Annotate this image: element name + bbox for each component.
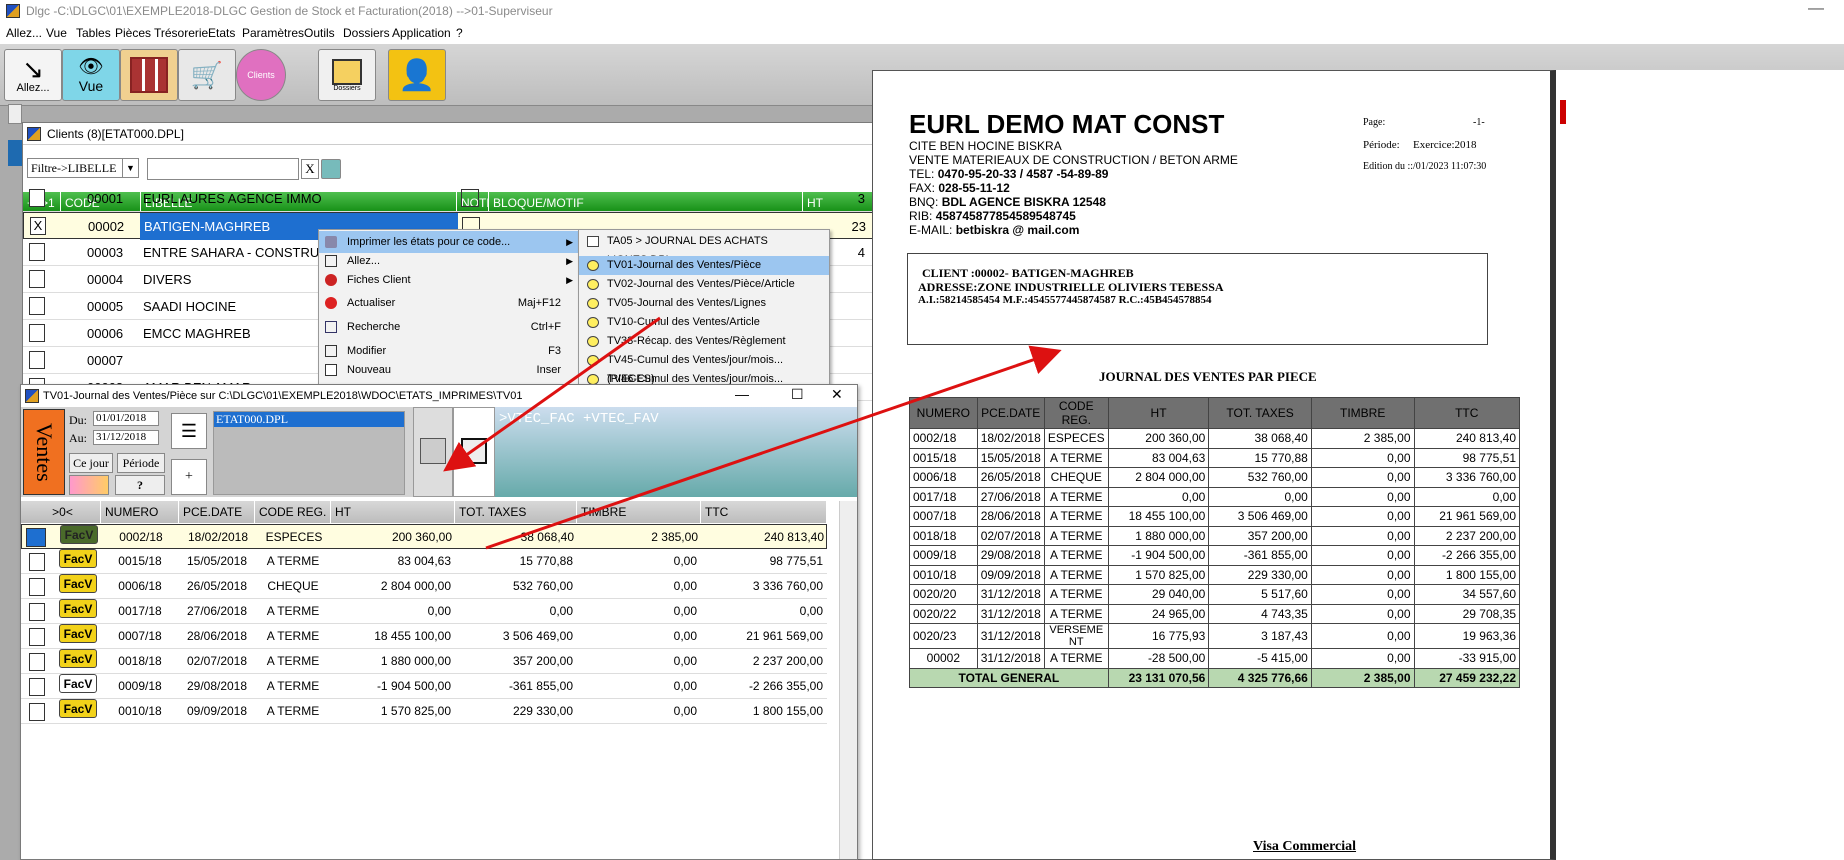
annotation-arrows [443,316,1062,550]
arrow-to-tv01 [443,316,661,472]
